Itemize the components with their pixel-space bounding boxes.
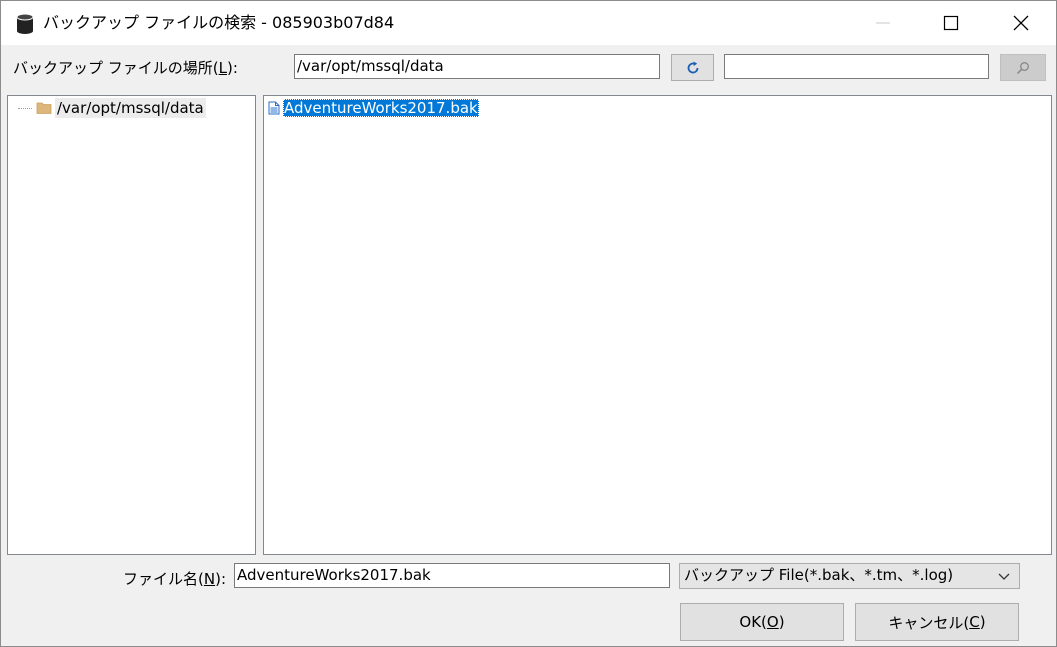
file-icon xyxy=(268,101,280,115)
title-bar: バックアップ ファイルの検索 - 085903b07d84 xyxy=(1,1,1056,45)
search-icon xyxy=(1016,61,1029,74)
search-button[interactable] xyxy=(1000,54,1046,81)
minimize-button[interactable] xyxy=(860,1,906,45)
tree-node[interactable]: /var/opt/mssql/data xyxy=(18,98,206,118)
refresh-icon xyxy=(687,61,698,73)
filename-label: ファイル名(N): xyxy=(123,569,226,589)
location-label: バックアップ ファイルの場所(L): xyxy=(13,58,238,78)
tree-node-label[interactable]: /var/opt/mssql/data xyxy=(55,98,206,118)
maximize-icon xyxy=(943,15,959,31)
minimize-icon xyxy=(876,22,890,24)
file-list-item[interactable]: AdventureWorks2017.bak xyxy=(268,98,479,118)
cancel-button[interactable]: キャンセル(C) xyxy=(855,603,1019,641)
filetype-select[interactable]: バックアップ File(*.bak、*.tm、*.log) xyxy=(679,563,1020,589)
folder-tree-pane[interactable]: /var/opt/mssql/data xyxy=(7,95,256,555)
ok-button-key: O xyxy=(766,613,779,631)
file-list-pane[interactable]: AdventureWorks2017.bak xyxy=(263,95,1052,555)
location-path-input[interactable]: /var/opt/mssql/data xyxy=(294,54,660,79)
location-label-suffix: ): xyxy=(226,59,238,77)
maximize-button[interactable] xyxy=(928,1,974,45)
filename-label-prefix: ファイル名( xyxy=(123,570,204,588)
search-input[interactable] xyxy=(724,54,989,79)
close-button[interactable] xyxy=(998,1,1044,45)
refresh-button[interactable] xyxy=(671,54,714,81)
cancel-button-prefix: キャンセル( xyxy=(888,613,970,632)
ok-button-suffix: ) xyxy=(778,613,785,631)
cancel-button-key: C xyxy=(969,613,980,631)
backup-file-dialog: バックアップ ファイルの検索 - 085903b07d84 バックアップ ファイ… xyxy=(0,0,1057,647)
chevron-down-icon xyxy=(998,573,1010,580)
ok-button[interactable]: OK(O) xyxy=(680,603,844,641)
filetype-selected: バックアップ File(*.bak、*.tm、*.log) xyxy=(684,566,954,584)
filename-input[interactable]: AdventureWorks2017.bak xyxy=(234,563,670,588)
filename-label-key: N xyxy=(203,570,216,588)
ok-button-prefix: OK( xyxy=(739,613,767,631)
folder-icon xyxy=(36,102,52,114)
window-title: バックアップ ファイルの検索 - 085903b07d84 xyxy=(43,13,395,32)
close-icon xyxy=(1013,15,1029,31)
file-name-label[interactable]: AdventureWorks2017.bak xyxy=(283,99,479,117)
database-icon xyxy=(16,13,34,34)
location-label-prefix: バックアップ ファイルの場所( xyxy=(13,59,219,77)
location-label-key: L xyxy=(218,59,227,77)
filename-label-suffix: ): xyxy=(215,570,226,588)
tree-connector xyxy=(18,107,32,109)
cancel-button-suffix: ) xyxy=(979,613,986,631)
